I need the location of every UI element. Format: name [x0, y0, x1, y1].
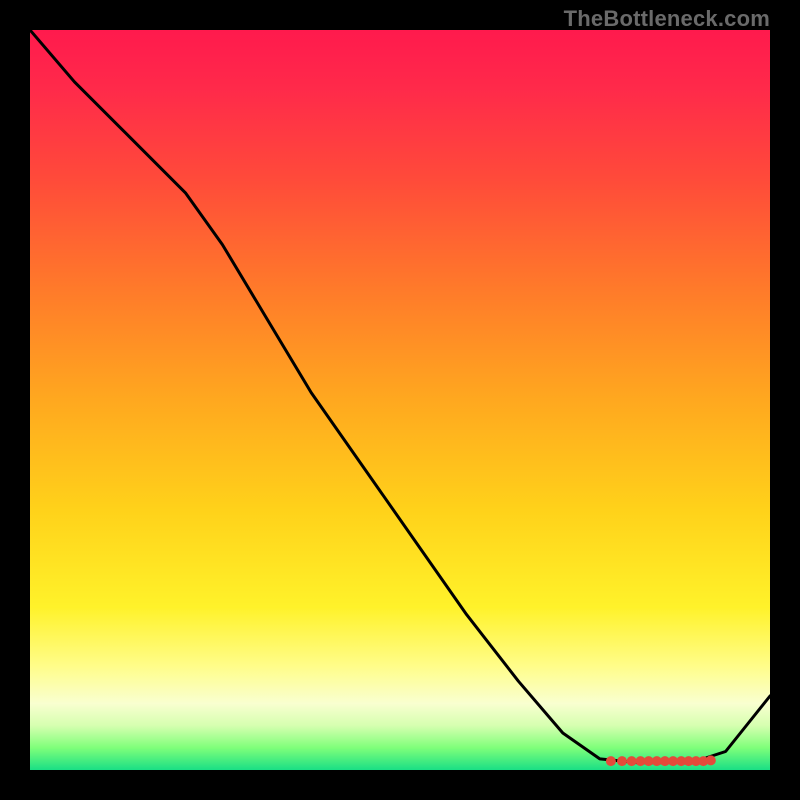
- marker-point: [698, 756, 708, 766]
- marker-point: [691, 756, 701, 766]
- chart-frame: TheBottleneck.com: [0, 0, 800, 800]
- marker-point: [652, 756, 662, 766]
- watermark-text: TheBottleneck.com: [564, 6, 770, 32]
- marker-point: [617, 756, 627, 766]
- marker-point: [684, 756, 694, 766]
- marker-point: [668, 756, 678, 766]
- plot-area: [30, 30, 770, 770]
- marker-point: [706, 755, 716, 765]
- marker-point: [627, 756, 637, 766]
- chart-svg: [30, 30, 770, 770]
- marker-point: [660, 756, 670, 766]
- marker-point: [606, 756, 616, 766]
- line-series: [30, 30, 770, 763]
- marker-point: [644, 756, 654, 766]
- marker-point: [676, 756, 686, 766]
- series-layer: [30, 30, 770, 766]
- marker-point: [636, 756, 646, 766]
